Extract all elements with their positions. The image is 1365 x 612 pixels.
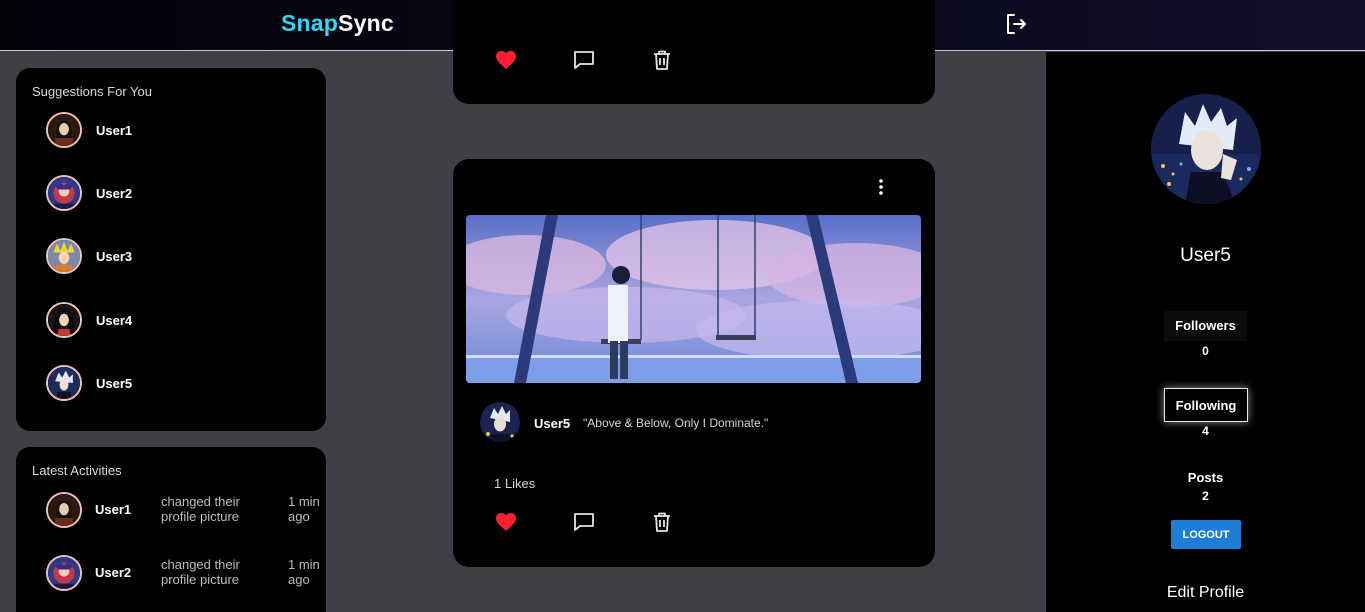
activity-timestamp: 1 min ago <box>288 557 320 587</box>
followers-button[interactable]: Followers <box>1164 311 1247 341</box>
suggestion-username: User4 <box>96 312 133 328</box>
activity-item[interactable]: User2 changed their profile picture 1 mi… <box>46 555 326 595</box>
brand-part-snap: Snap <box>281 10 339 36</box>
suggestion-item[interactable]: User3 <box>46 238 132 274</box>
avatar <box>46 555 82 591</box>
suggestions-card: Suggestions For You User1 User2 User3 Us… <box>16 68 326 431</box>
post-card: User5 "Above & Below, Only I Dominate." … <box>453 159 935 567</box>
profile-username: User5 <box>1180 245 1231 266</box>
activity-username: User2 <box>95 565 132 580</box>
activities-card: Latest Activities User1 changed their pr… <box>16 447 326 612</box>
edit-profile-link[interactable]: Edit Profile <box>1046 584 1365 602</box>
suggestion-username: User1 <box>96 122 133 138</box>
suggestion-item[interactable]: User2 <box>46 175 132 211</box>
activity-item[interactable]: User1 changed their profile picture 1 mi… <box>46 492 326 532</box>
comment-icon[interactable] <box>572 510 596 534</box>
avatar <box>46 492 82 528</box>
more-vert-icon[interactable] <box>869 177 893 197</box>
avatar <box>46 365 82 401</box>
post-caption: "Above & Below, Only I Dominate." <box>583 416 769 430</box>
activity-description: changed their profile picture <box>161 494 240 524</box>
posts-label[interactable]: Posts <box>1164 470 1247 485</box>
heart-icon[interactable] <box>494 48 518 72</box>
post-author-avatar[interactable] <box>480 402 520 442</box>
suggestion-item[interactable]: User1 <box>46 112 132 148</box>
logout-button[interactable]: LOGOUT <box>1171 520 1241 549</box>
avatar <box>46 175 82 211</box>
suggestion-item[interactable]: User5 <box>46 365 132 401</box>
avatar <box>46 112 82 148</box>
activity-description: changed their profile picture <box>161 557 240 587</box>
following-count: 4 <box>1202 424 1209 438</box>
suggestion-username: User2 <box>96 185 133 201</box>
activity-username: User1 <box>95 502 132 517</box>
posts-count: 2 <box>1202 489 1209 503</box>
suggestion-username: User5 <box>96 375 133 391</box>
brand-part-sync: Sync <box>338 10 394 36</box>
post-author-name[interactable]: User5 <box>534 416 570 431</box>
post-image[interactable] <box>466 215 921 383</box>
profile-panel: User5 Followers 0 Following 4 Posts 2 LO… <box>1046 52 1365 612</box>
heart-icon[interactable] <box>494 510 518 534</box>
profile-avatar[interactable] <box>1151 94 1261 204</box>
avatar <box>46 238 82 274</box>
post-card-previous <box>453 0 935 104</box>
followers-count: 0 <box>1202 344 1209 358</box>
activity-timestamp: 1 min ago <box>288 494 320 524</box>
post-likes-count: 1 Likes <box>494 476 536 491</box>
comment-icon[interactable] <box>572 48 596 72</box>
logout-icon[interactable] <box>1003 11 1029 37</box>
following-button[interactable]: Following <box>1164 388 1248 422</box>
brand-logo[interactable]: SnapSync <box>281 10 394 37</box>
avatar <box>46 302 82 338</box>
suggestion-username: User3 <box>96 248 133 264</box>
activities-title: Latest Activities <box>32 463 122 478</box>
trash-icon[interactable] <box>650 510 674 534</box>
trash-icon[interactable] <box>650 48 674 72</box>
suggestions-title: Suggestions For You <box>32 84 152 99</box>
suggestion-item[interactable]: User4 <box>46 302 132 338</box>
